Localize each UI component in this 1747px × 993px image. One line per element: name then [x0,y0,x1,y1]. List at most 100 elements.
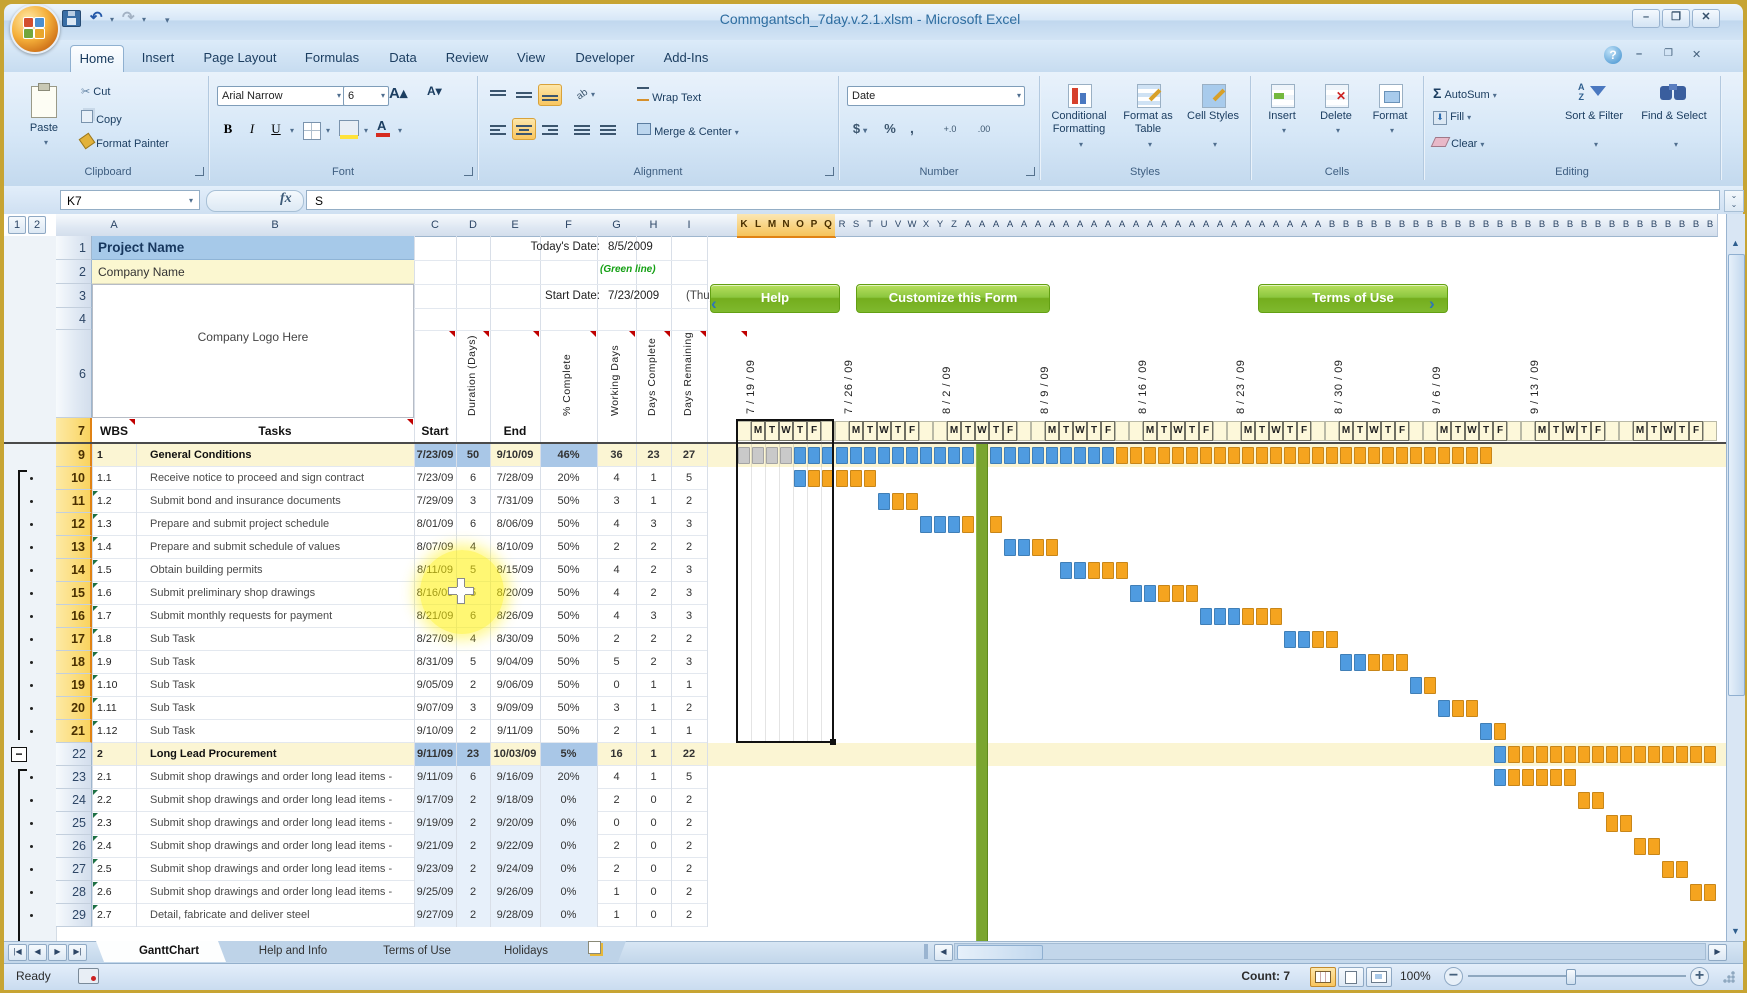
gantt-remaining-cell[interactable] [1242,608,1254,625]
day-header-cell[interactable]: M [1045,421,1059,441]
cell-dr[interactable]: 3 [671,651,707,674]
cell-s[interactable]: 9/10/09 [414,720,456,743]
start-date-value[interactable]: 7/23/2009 [608,290,659,302]
outline-row-dot[interactable] [30,661,33,664]
col-header-A[interactable]: A [1241,214,1256,237]
gantt-remaining-cell[interactable] [1340,447,1352,464]
gantt-remaining-cell[interactable] [1270,447,1282,464]
row-header-25[interactable]: 25 [56,812,92,835]
col-header-B[interactable]: B [1325,214,1340,237]
cell-wd[interactable]: 2 [597,835,636,858]
gantt-remaining-cell[interactable] [1396,654,1408,671]
gantt-remaining-cell[interactable] [892,493,904,510]
cell-s[interactable]: 9/11/09 [414,743,456,766]
align-left-icon[interactable] [486,118,510,140]
cell-s[interactable]: 7/23/09 [414,444,456,467]
gantt-remaining-cell[interactable] [1256,447,1268,464]
cell-dr[interactable]: 2 [671,835,707,858]
outline-row-dot[interactable] [30,546,33,549]
day-header-cell[interactable]: M [1241,421,1255,441]
row-header-7[interactable]: 7 [56,418,92,444]
day-header-cell[interactable]: T [1255,421,1269,441]
name-box[interactable]: K7 [60,190,200,210]
gantt-remaining-cell[interactable] [1284,447,1296,464]
day-header-cell[interactable]: T [1381,421,1395,441]
cell-dc[interactable]: 1 [636,743,671,766]
scroll-week-right-icon[interactable]: › [1429,296,1435,312]
cell-p[interactable]: 0% [540,858,597,881]
terms-of-use-button[interactable]: Terms of Use [1258,284,1448,313]
cell-p[interactable]: 5% [540,743,597,766]
underline-button[interactable]: U [265,120,287,142]
day-header-cell[interactable]: W [877,421,891,441]
hscroll-right-icon[interactable]: ▶ [1708,944,1727,961]
cell-wd[interactable]: 4 [597,559,636,582]
outline-row-dot[interactable] [30,776,33,779]
cell-wbs[interactable]: 2.2 [92,789,136,812]
cell-dc[interactable]: 1 [636,697,671,720]
day-header-cell[interactable] [1129,421,1143,441]
cell-wbs[interactable]: 1.10 [92,674,136,697]
day-header-cell[interactable]: T [1087,421,1101,441]
col-header-A[interactable]: A [92,214,137,237]
day-header-cell[interactable] [1619,421,1633,441]
day-header-cell[interactable] [1423,421,1437,441]
gantt-remaining-cell[interactable] [1676,746,1688,763]
day-header-cell[interactable]: T [1353,421,1367,441]
percent-style-icon[interactable]: % [879,118,901,140]
cell-s[interactable]: 8/01/09 [414,513,456,536]
first-sheet-icon[interactable]: |◀ [8,944,27,961]
row-header-17[interactable]: 17 [56,628,92,651]
gantt-complete-cell[interactable] [836,447,848,464]
format-painter-button[interactable]: Format Painter [80,134,170,151]
shrink-font-icon[interactable]: A▾ [427,84,442,98]
cell-task[interactable]: Submit preliminary shop drawings [136,582,414,605]
scroll-down-icon[interactable]: ▼ [1727,926,1744,936]
zoom-slider-thumb[interactable] [1566,969,1576,985]
outline-row-dot[interactable] [30,592,33,595]
row-header-13[interactable]: 13 [56,536,92,559]
cell-dc[interactable]: 1 [636,720,671,743]
gantt-complete-cell[interactable] [850,447,862,464]
cell-wbs[interactable]: 2.4 [92,835,136,858]
col-header-D[interactable]: D [456,214,491,237]
cell-wbs[interactable]: 2.6 [92,881,136,904]
gantt-remaining-cell[interactable] [1648,746,1660,763]
help-button[interactable]: Help [710,284,840,313]
cut-button[interactable]: ✂ Cut [80,84,111,99]
gantt-remaining-cell[interactable] [1578,792,1590,809]
day-header-cell[interactable]: T [989,421,1003,441]
zoom-level[interactable]: 100% [1400,969,1431,983]
col-header-B[interactable]: B [1633,214,1648,237]
cell-dr[interactable]: 3 [671,582,707,605]
cell-task[interactable]: Submit shop drawings and order long lead… [136,858,414,881]
gantt-complete-cell[interactable] [878,447,890,464]
cell-wd[interactable]: 4 [597,605,636,628]
company-name-cell[interactable]: Company Name [92,260,414,284]
gantt-remaining-cell[interactable] [1452,700,1464,717]
cell-dc[interactable]: 23 [636,444,671,467]
gantt-remaining-cell[interactable] [1676,861,1688,878]
row-header-18[interactable]: 18 [56,651,92,674]
cell-wbs[interactable]: 1.12 [92,720,136,743]
gantt-complete-cell[interactable] [864,447,876,464]
cell-s[interactable]: 7/29/09 [414,490,456,513]
day-header-cell[interactable]: F [1395,421,1409,441]
day-header-cell[interactable] [1325,421,1339,441]
gantt-remaining-cell[interactable] [1312,447,1324,464]
middle-align-icon[interactable] [512,84,536,106]
cell-wd[interactable]: 4 [597,513,636,536]
cell-dr[interactable]: 5 [671,766,707,789]
last-sheet-icon[interactable]: ▶| [68,944,87,961]
paste-button[interactable]: Paste ▾ [18,82,70,160]
gantt-remaining-cell[interactable] [1592,792,1604,809]
gantt-remaining-cell[interactable] [1326,447,1338,464]
cell-task[interactable]: Submit shop drawings and order long lead… [136,789,414,812]
cell-task[interactable]: Obtain building permits [136,559,414,582]
day-header-cell[interactable]: M [1143,421,1157,441]
day-header-cell[interactable] [1605,421,1619,441]
outline-row-dot[interactable] [30,799,33,802]
col-header-B[interactable]: B [1423,214,1438,237]
cell-p[interactable]: 50% [540,651,597,674]
cell-s[interactable]: 9/07/09 [414,697,456,720]
